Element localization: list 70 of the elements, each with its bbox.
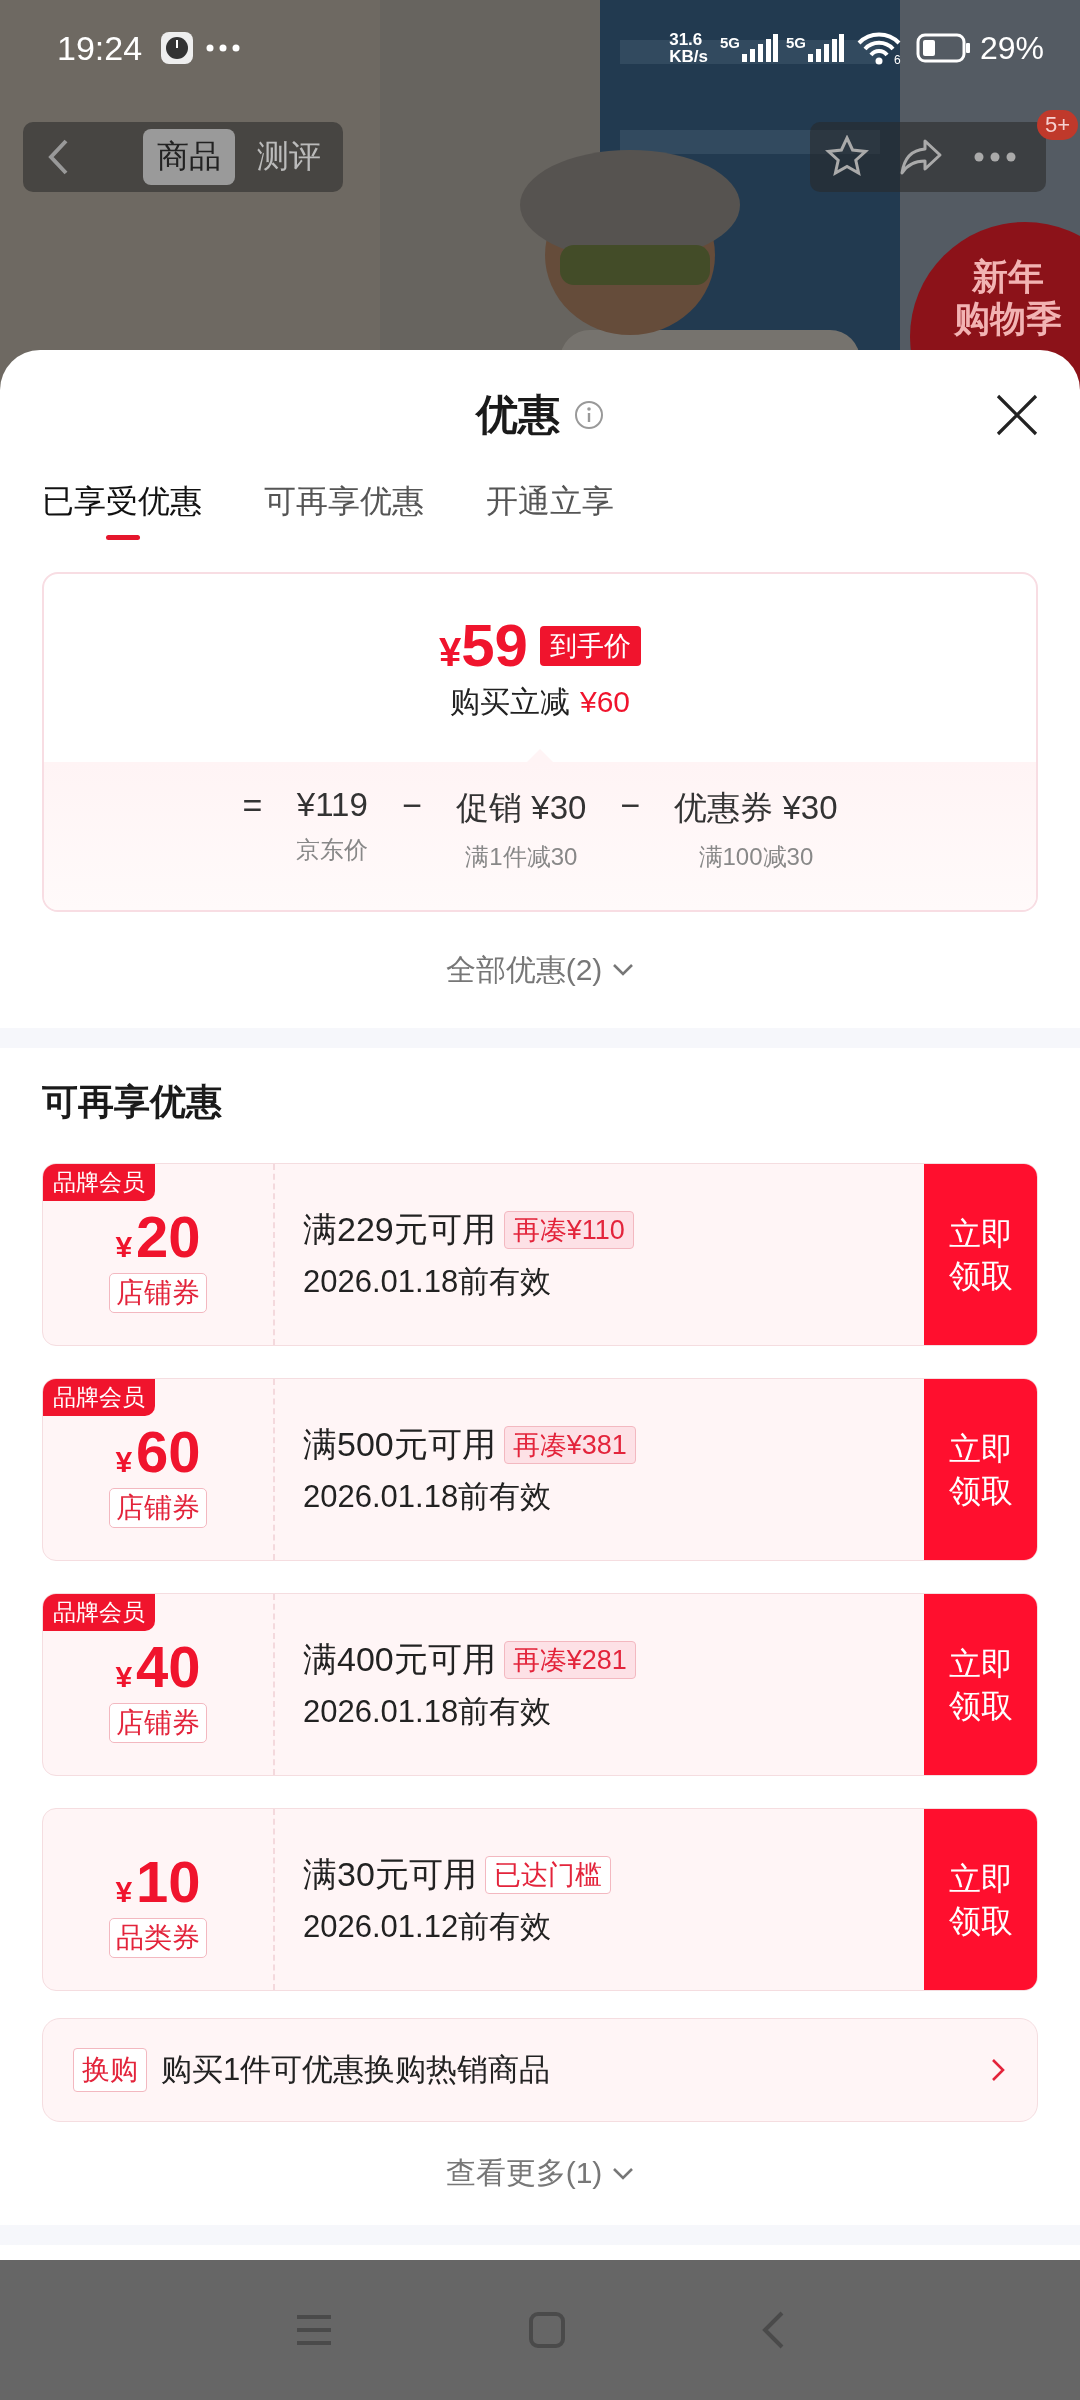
- battery-icon: [915, 33, 972, 63]
- price-term: ¥119: [296, 786, 368, 824]
- coupon-note-tag: 再凑¥381: [503, 1425, 636, 1464]
- member-tag: 品牌会员: [43, 1379, 155, 1416]
- tab[interactable]: 已享受优惠: [42, 480, 202, 540]
- claim-button[interactable]: 立即领取: [924, 1164, 1037, 1345]
- coupon-type-tag: 店铺券: [109, 1487, 207, 1528]
- member-tag: 品牌会员: [43, 1164, 155, 1201]
- sheet-title: 优惠: [476, 390, 560, 440]
- coupon-condition: 满500元可用: [303, 1423, 496, 1465]
- header-tab[interactable]: 测评: [243, 129, 335, 185]
- star-icon: [825, 135, 869, 179]
- coupon-validity: 2026.01.12前有效: [303, 1907, 553, 1946]
- chevron-right-icon: [991, 2058, 1005, 2082]
- exchange-tag: 换购: [73, 2048, 147, 2092]
- tab[interactable]: 开通立享: [486, 480, 614, 540]
- chevron-down-icon: [612, 963, 635, 977]
- coupon-amount: ¥10: [115, 1849, 201, 1914]
- price-tag: 到手价: [540, 625, 641, 666]
- price-term-caption: 满100减30: [698, 842, 814, 872]
- network-label: 5G: [719, 34, 740, 51]
- clock-icon: [160, 31, 195, 65]
- price-term-caption: 京东价: [296, 835, 369, 865]
- operator-sign: −: [620, 786, 641, 825]
- see-more-link[interactable]: 查看更多(1): [445, 2153, 603, 2194]
- share-icon: [899, 137, 943, 177]
- coupon-note-tag: 再凑¥281: [503, 1640, 636, 1679]
- coupon-validity: 2026.01.18前有效: [303, 1262, 553, 1301]
- claim-button[interactable]: 立即领取: [924, 1379, 1037, 1560]
- coupon-amount: ¥20: [115, 1204, 201, 1269]
- claim-button[interactable]: 立即领取: [924, 1809, 1037, 1990]
- more-icon: [973, 152, 1017, 162]
- signal-icon: [807, 34, 844, 62]
- coupon-validity: 2026.01.18前有效: [303, 1692, 553, 1731]
- price-term: 优惠券 ¥30: [674, 788, 838, 828]
- member-tag: 品牌会员: [43, 1594, 155, 1631]
- coupon-type-tag: 店铺券: [109, 1272, 207, 1313]
- coupon-condition: 满400元可用: [303, 1638, 496, 1680]
- price-term: 促销 ¥30: [456, 788, 587, 828]
- coupon-note-tag: 再凑¥110: [503, 1210, 634, 1249]
- signal-icon: [741, 34, 778, 62]
- all-offers-link[interactable]: 全部优惠(2): [445, 949, 603, 991]
- coupon-type-tag: 店铺券: [109, 1702, 207, 1743]
- coupon-validity: 2026.01.18前有效: [303, 1477, 553, 1516]
- operator-sign: =: [242, 786, 263, 825]
- coupon-amount: ¥40: [115, 1634, 201, 1699]
- tab[interactable]: 可再享优惠: [264, 480, 424, 540]
- header-tab[interactable]: 商品: [143, 129, 235, 185]
- chevron-down-icon: [612, 2166, 635, 2181]
- close-icon[interactable]: [996, 394, 1038, 436]
- coupon-type-tag: 品类券: [109, 1917, 207, 1958]
- section-title: 可再享优惠: [42, 1081, 222, 1122]
- network-label: 5G: [785, 34, 806, 51]
- final-price: ¥59: [439, 613, 528, 678]
- more-icon: [206, 44, 241, 52]
- coupon-condition: 满30元可用: [303, 1853, 477, 1895]
- info-icon[interactable]: [574, 400, 604, 430]
- exchange-offer-row[interactable]: 换购 购买1件可优惠换购热销商品: [42, 2018, 1038, 2122]
- operator-sign: −: [402, 786, 423, 825]
- coupon-amount: ¥60: [115, 1419, 201, 1484]
- exchange-text: 购买1件可优惠换购热销商品: [161, 2051, 552, 2089]
- status-time: 19:24: [57, 28, 143, 68]
- price-term-caption: 满1件减30: [465, 842, 578, 872]
- coupon-note-tag: 已达门槛: [484, 1855, 611, 1894]
- network-speed: 31.6 KB/s: [669, 31, 708, 65]
- claim-button[interactable]: 立即领取: [924, 1594, 1037, 1775]
- chevron-left-icon: [47, 138, 69, 176]
- coupon-condition: 满229元可用: [303, 1208, 496, 1250]
- battery-level: 29%: [979, 29, 1044, 67]
- saving-text: 购买立减 ¥60: [449, 683, 631, 720]
